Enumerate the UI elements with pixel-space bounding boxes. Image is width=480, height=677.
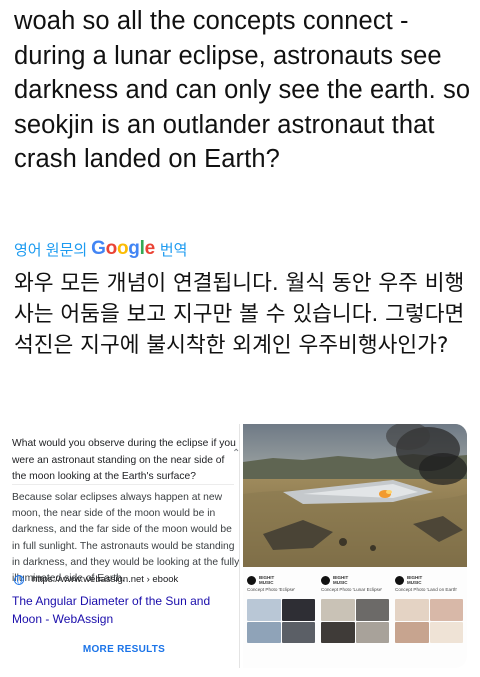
divider <box>12 484 234 485</box>
mini-post-caption: Concept Photo 'Lunar Eclipse' <box>321 587 383 592</box>
mini-post-caption: Concept Photo 'Land on Earth' <box>395 587 458 592</box>
source-row: https://www.webassign.net › ebook <box>14 574 178 585</box>
more-results-button: MORE RESULTS <box>82 643 166 655</box>
globe-icon <box>14 574 24 585</box>
source-title-link: The Angular Diameter of the Sun and Moon… <box>12 594 211 626</box>
translated-text: 와우 모든 개념이 연결됩니다. 월식 동안 우주 비행사는 어둠을 보고 지구… <box>14 271 465 358</box>
concept-photo-collage: BIGHIT MUSIC Concept Photo 'Eclipse' BIGH… <box>243 567 467 668</box>
mini-post-lunar-eclipse: BIGHIT MUSIC Concept Photo 'Lunar Eclipse… <box>321 573 389 665</box>
search-question: What would you observe during the eclips… <box>12 438 236 483</box>
avatar <box>247 575 256 585</box>
search-result-screenshot: What would you observe during the eclips… <box>8 424 240 668</box>
search-answer: Because solar eclipses always happen at … <box>12 492 240 585</box>
translate-attribution[interactable]: 영어 원문의 Google 번역 <box>14 237 187 261</box>
chevron-up-icon: ⌃ <box>232 448 240 459</box>
mini-post-eclipse: BIGHIT MUSIC Concept Photo 'Eclipse' <box>247 573 315 665</box>
avatar <box>395 575 404 585</box>
translate-suffix: 번역 <box>159 241 188 259</box>
google-logo: Google <box>91 238 155 259</box>
crash-landing-photo <box>243 424 467 567</box>
source-url: https://www.webassign.net › ebook <box>32 574 179 585</box>
avatar <box>321 575 330 585</box>
mini-post-land-on-earth: BIGHIT MUSIC Concept Photo 'Land on Earth… <box>395 573 463 665</box>
tweet-text: woah so all the concepts connect - durin… <box>14 7 471 173</box>
crash-scene-illustration <box>243 424 467 567</box>
mini-post-caption: Concept Photo 'Eclipse' <box>247 587 296 592</box>
translate-prefix: 영어 원문의 <box>14 241 88 259</box>
